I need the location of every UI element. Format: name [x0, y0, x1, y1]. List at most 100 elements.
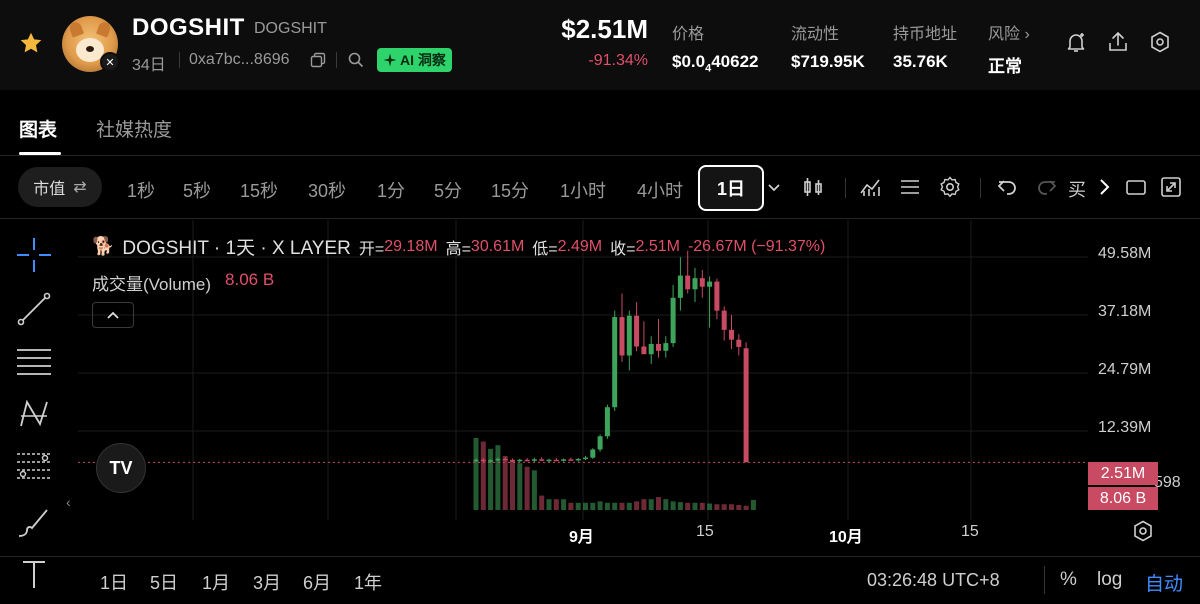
- candle-body: [707, 281, 713, 287]
- candlestick-type-icon[interactable]: [801, 175, 825, 199]
- range-1mo[interactable]: 1月: [202, 569, 230, 595]
- volume-bar: [707, 503, 713, 510]
- ai-insight-button[interactable]: AI 洞察: [377, 48, 452, 72]
- market-cap-change: -91.34%: [588, 52, 648, 69]
- candle-body: [495, 458, 501, 461]
- x-tick: 15: [961, 523, 979, 540]
- percent-scale-button[interactable]: %: [1060, 569, 1077, 591]
- candle-body: [590, 449, 596, 458]
- candle-body: [663, 343, 669, 351]
- volume-bar: [524, 466, 530, 510]
- volume-bar: [539, 495, 545, 510]
- price-alert-icon[interactable]: [1064, 30, 1088, 54]
- candle-body: [692, 278, 698, 290]
- volume-bar: [612, 502, 618, 510]
- brush-icon[interactable]: [15, 504, 53, 542]
- candle-body: [597, 436, 603, 450]
- buy-button[interactable]: 买: [1068, 176, 1086, 202]
- market-cap-toggle-button[interactable]: 市值 ⇄: [18, 167, 102, 207]
- security-shield-icon[interactable]: [1148, 30, 1172, 54]
- fibonacci-icon[interactable]: [15, 448, 53, 486]
- share-icon[interactable]: [1106, 30, 1130, 54]
- interval-5s[interactable]: 5秒: [183, 177, 211, 203]
- interval-1s[interactable]: 1秒: [127, 177, 155, 203]
- token-age: 34日: [132, 57, 166, 74]
- candle-body: [546, 459, 552, 462]
- tab-social-heat[interactable]: 社媒热度: [96, 115, 172, 142]
- y-tick: 24.79M: [1098, 361, 1152, 378]
- candle-body: [510, 460, 515, 462]
- range-5d[interactable]: 5日: [150, 569, 178, 595]
- tab-chart[interactable]: 图表: [19, 115, 57, 142]
- favorite-star-icon[interactable]: [18, 30, 44, 56]
- horizontal-lines-icon[interactable]: [15, 342, 53, 380]
- market-cap: $2.51M: [561, 14, 648, 44]
- interval-15m[interactable]: 15分: [491, 177, 529, 203]
- volume-bar: [692, 502, 698, 510]
- range-6mo[interactable]: 6月: [303, 569, 331, 595]
- high-value: 30.61M: [470, 237, 525, 255]
- change-value: -26.67M (−91.37%): [687, 237, 826, 255]
- interval-4h[interactable]: 4小时: [637, 177, 683, 203]
- timezone-clock[interactable]: 03:26:48 UTC+8: [867, 570, 1000, 591]
- token-symbol: DOGSHIT: [254, 20, 327, 37]
- volume-bar: [604, 502, 610, 510]
- candle-body: [714, 281, 720, 311]
- auto-scale-button[interactable]: 自动: [1145, 569, 1183, 596]
- candle-body: [619, 317, 625, 356]
- log-scale-button[interactable]: log: [1097, 569, 1122, 591]
- market-cap-toggle-label: 市值: [33, 181, 66, 198]
- swap-icon: ⇄: [73, 179, 87, 196]
- interval-1m[interactable]: 1分: [377, 177, 405, 203]
- volume-bar: [670, 501, 676, 510]
- trend-line-icon[interactable]: [15, 290, 53, 328]
- undo-icon[interactable]: [995, 175, 1019, 199]
- stat-holders-value: 35.76K: [893, 52, 948, 71]
- legend-collapse-button[interactable]: [92, 302, 134, 328]
- volume-bar: [714, 504, 720, 510]
- range-1y[interactable]: 1年: [354, 569, 382, 595]
- interval-1d-active[interactable]: 1日: [698, 165, 764, 211]
- indicators-icon[interactable]: [858, 175, 882, 199]
- crosshair-icon[interactable]: [15, 236, 53, 274]
- window-mode-icon[interactable]: [1124, 175, 1148, 199]
- chevron-right-icon: ›: [1024, 26, 1030, 43]
- candle-body: [685, 275, 691, 290]
- interval-30s[interactable]: 30秒: [308, 177, 346, 203]
- volume-bar: [495, 445, 501, 510]
- stat-risk[interactable]: 风险 › 正常: [988, 20, 1030, 77]
- interval-5m[interactable]: 5分: [434, 177, 462, 203]
- volume-bar: [626, 502, 632, 510]
- pattern-icon[interactable]: [15, 394, 53, 432]
- copy-icon[interactable]: [310, 52, 326, 68]
- range-1d[interactable]: 1日: [100, 569, 128, 595]
- axis-settings-icon[interactable]: [1131, 519, 1155, 543]
- volume-bar: [641, 499, 647, 510]
- tradingview-logo-icon[interactable]: TV: [96, 443, 146, 493]
- range-3mo[interactable]: 3月: [253, 569, 281, 595]
- chevron-right-icon[interactable]: [1092, 175, 1116, 199]
- x-tick: 10月: [829, 529, 863, 546]
- y-tick: 49.58M: [1098, 245, 1152, 262]
- search-icon[interactable]: [348, 52, 364, 68]
- interval-1h[interactable]: 1小时: [560, 177, 606, 203]
- y-tick: 37.18M: [1098, 303, 1152, 320]
- collapse-toolbar-icon[interactable]: ‹: [66, 494, 71, 510]
- volume-bar: [473, 438, 479, 510]
- interval-15s[interactable]: 15秒: [240, 177, 278, 203]
- last-price-tag: 2.51M: [1088, 462, 1158, 485]
- low-label: 低=: [532, 240, 558, 258]
- candle-body: [488, 460, 494, 462]
- gear-icon[interactable]: [938, 175, 962, 199]
- chart-toolbar: 市值 ⇄ 1秒 5秒 15秒 30秒 1分 5分 15分 1小时 4小时: [0, 157, 1200, 219]
- contract-address[interactable]: 0xa7bc...8696: [189, 51, 290, 69]
- chevron-down-icon[interactable]: [762, 175, 786, 199]
- chain-badge-icon: ✕: [100, 52, 120, 72]
- volume-bar: [685, 502, 691, 510]
- fullscreen-icon[interactable]: [1159, 175, 1183, 199]
- volume-bar: [750, 499, 756, 510]
- candle-body: [583, 457, 588, 460]
- redo-icon[interactable]: [1035, 175, 1059, 199]
- list-settings-icon[interactable]: [898, 175, 922, 199]
- candle-body: [575, 458, 581, 461]
